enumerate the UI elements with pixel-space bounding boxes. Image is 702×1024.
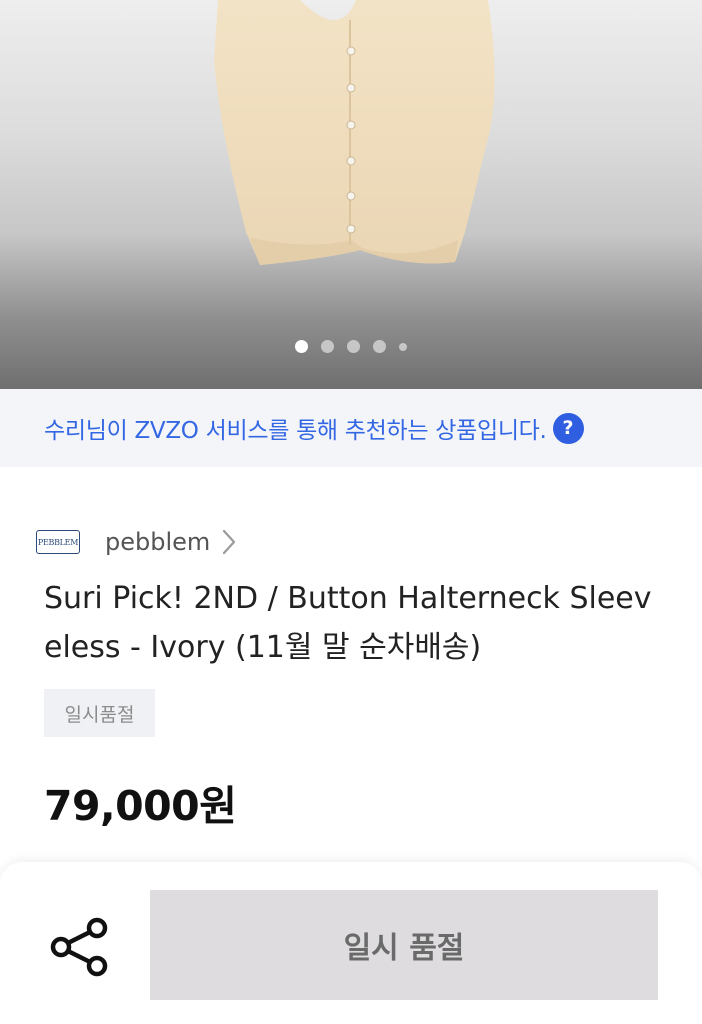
recommendation-text: 수리님이 ZVZO 서비스를 통해 추천하는 상품입니다.	[44, 418, 547, 444]
status-badge: 일시품절	[44, 689, 155, 737]
carousel-dot[interactable]	[399, 342, 407, 351]
share-icon[interactable]	[48, 915, 112, 979]
product-price: 79,000원	[44, 782, 237, 830]
product-title: Suri Pick! 2ND / Button Halterneck Sleev…	[44, 581, 652, 665]
recommendation-banner: 수리님이 ZVZO 서비스를 통해 추천하는 상품입니다. ?	[0, 389, 702, 467]
product-image	[214, 0, 495, 265]
brand-name[interactable]: pebblem	[105, 528, 210, 556]
carousel-dot[interactable]	[321, 340, 334, 353]
chevron-right-icon	[223, 529, 236, 555]
product-image-carousel[interactable]	[0, 0, 702, 389]
bottom-action-bar: 일시 품절	[0, 862, 702, 1024]
brand-link[interactable]: PEBBLEM pebblem	[36, 524, 236, 560]
help-icon[interactable]: ?	[552, 412, 584, 444]
brand-logo: PEBBLEM	[36, 530, 80, 554]
carousel-dot[interactable]	[373, 340, 386, 353]
sold-out-button[interactable]: 일시 품절	[150, 890, 658, 1000]
carousel-dot-active[interactable]	[295, 340, 308, 353]
carousel-dot[interactable]	[347, 340, 360, 353]
carousel-indicator	[0, 340, 702, 353]
